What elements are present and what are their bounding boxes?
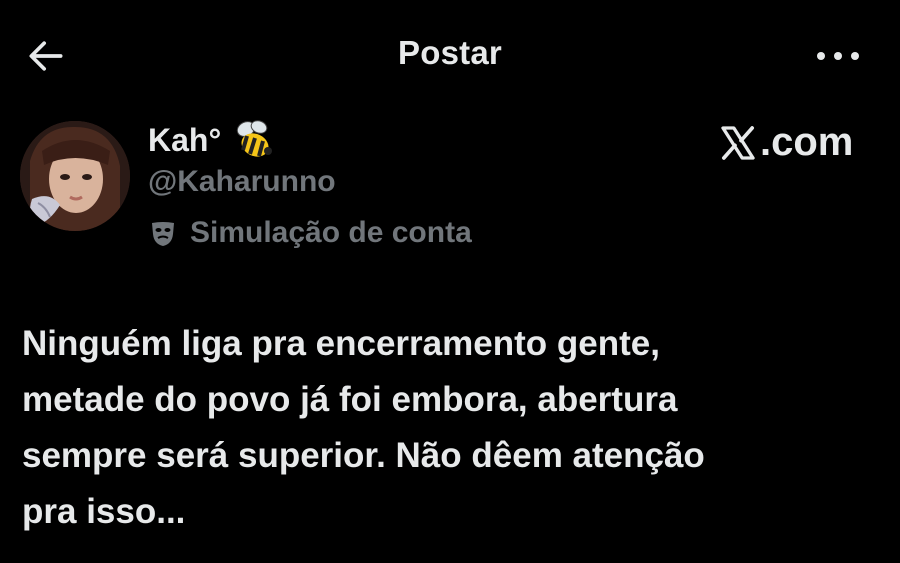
bee-icon <box>237 120 273 157</box>
post-text-line: sempre será superior. Não dêem atenção <box>22 436 705 475</box>
top-bar: Postar <box>0 0 900 110</box>
post-text-line: Ninguém liga pra encerramento gente, <box>22 324 660 363</box>
page-title: Postar <box>398 34 502 71</box>
theater-mask-icon <box>152 222 174 246</box>
avatar[interactable] <box>20 121 130 231</box>
x-com-watermark: .com <box>718 120 853 165</box>
more-options-button[interactable] <box>808 36 868 76</box>
x-logo-icon <box>721 125 755 160</box>
author-name-row[interactable]: Kah° <box>148 118 277 162</box>
watermark-text: .com <box>760 120 854 164</box>
author-name[interactable]: Kah° <box>148 122 221 159</box>
post-text-line: metade do povo já foi embora, abertura <box>22 380 678 419</box>
post-text: Ninguém liga pra encerramento gente, met… <box>22 316 882 540</box>
account-label: Simulação de conta <box>190 216 472 249</box>
post-text-line: pra isso... <box>22 492 186 531</box>
more-horizontal-icon <box>817 52 859 60</box>
account-label-row: Simulação de conta <box>148 213 472 253</box>
author-handle[interactable]: @Kaharunno <box>148 165 336 199</box>
